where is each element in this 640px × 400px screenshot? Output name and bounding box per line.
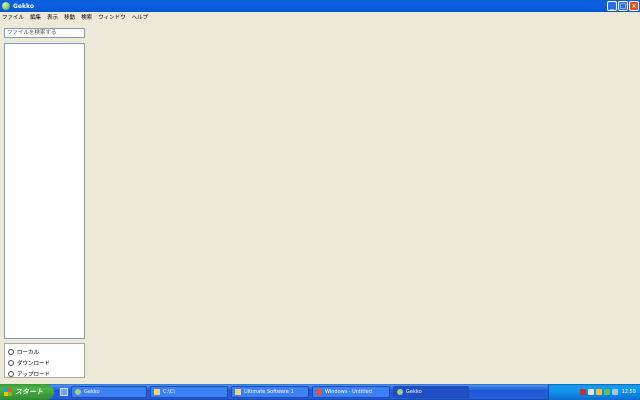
system-tray: 12:59 [548, 384, 640, 400]
task-gekko-active[interactable]: Gekko [393, 386, 469, 398]
start-button[interactable]: スタート [0, 384, 54, 400]
minimize-button[interactable]: _ [607, 1, 617, 11]
task-label: Ultimate Software 1 [244, 389, 294, 395]
network-icon[interactable] [587, 389, 594, 395]
task-folder[interactable]: C:\Cl [150, 386, 228, 398]
transfer-mode-panel: ローカル ダウンロード アップロード [4, 343, 85, 378]
menu-file[interactable]: ファイル [2, 13, 24, 21]
radio-label: ダウンロード [17, 360, 51, 367]
maximize-button[interactable]: □ [618, 1, 628, 11]
quick-launch-icon[interactable] [60, 388, 68, 396]
window-controls: _ □ × [607, 1, 639, 11]
title-bar[interactable]: Gekko _ □ × [0, 0, 640, 12]
taskbar: スタート Gekko C:\Cl Ultimate Software 1 Win… [0, 384, 640, 400]
window-title: Gekko [13, 2, 34, 10]
folder-icon [235, 389, 241, 395]
radio-circle-icon[interactable] [8, 359, 14, 366]
app-icon [316, 389, 322, 395]
clock[interactable]: 12:59 [622, 389, 636, 395]
file-list[interactable] [4, 43, 85, 339]
radio-circle-icon[interactable] [8, 348, 14, 355]
radio-circle-icon[interactable] [8, 370, 14, 377]
task-windows[interactable]: Windows · Untitled [312, 386, 390, 398]
menu-search[interactable]: 検索 [81, 13, 92, 21]
task-label: Gekko [406, 389, 422, 395]
radio-label: ローカル [17, 349, 40, 356]
windows-logo-icon [4, 388, 12, 396]
radio-upload[interactable]: アップロード [8, 368, 81, 379]
speaker-icon[interactable] [595, 389, 602, 395]
tray-status-icon[interactable] [611, 389, 618, 395]
folder-icon [154, 389, 160, 395]
task-label: C:\Cl [163, 389, 175, 395]
app-icon [2, 2, 10, 10]
app-icon [75, 389, 81, 395]
task-software[interactable]: Ultimate Software 1 [231, 386, 309, 398]
close-button[interactable]: × [629, 1, 639, 11]
menu-window[interactable]: ウィンドウ [98, 13, 126, 21]
task-label: Gekko [84, 389, 100, 395]
radio-download[interactable]: ダウンロード [8, 357, 81, 368]
menu-bar: ファイル 編集 表示 移動 検索 ウィンドウ ヘルプ [0, 12, 640, 22]
tray-app-icon[interactable] [579, 389, 586, 395]
app-icon [397, 389, 403, 395]
radio-label: アップロード [17, 371, 51, 378]
file-search-input[interactable]: ファイルを検索する [4, 28, 85, 38]
task-gekko[interactable]: Gekko [71, 386, 147, 398]
menu-help[interactable]: ヘルプ [132, 13, 149, 21]
menu-go[interactable]: 移動 [64, 13, 75, 21]
start-label: スタート [15, 388, 43, 396]
menu-view[interactable]: 表示 [47, 13, 58, 21]
radio-local[interactable]: ローカル [8, 346, 81, 357]
task-label: Windows · Untitled [325, 389, 372, 395]
security-icon[interactable] [603, 389, 610, 395]
menu-edit[interactable]: 編集 [30, 13, 41, 21]
